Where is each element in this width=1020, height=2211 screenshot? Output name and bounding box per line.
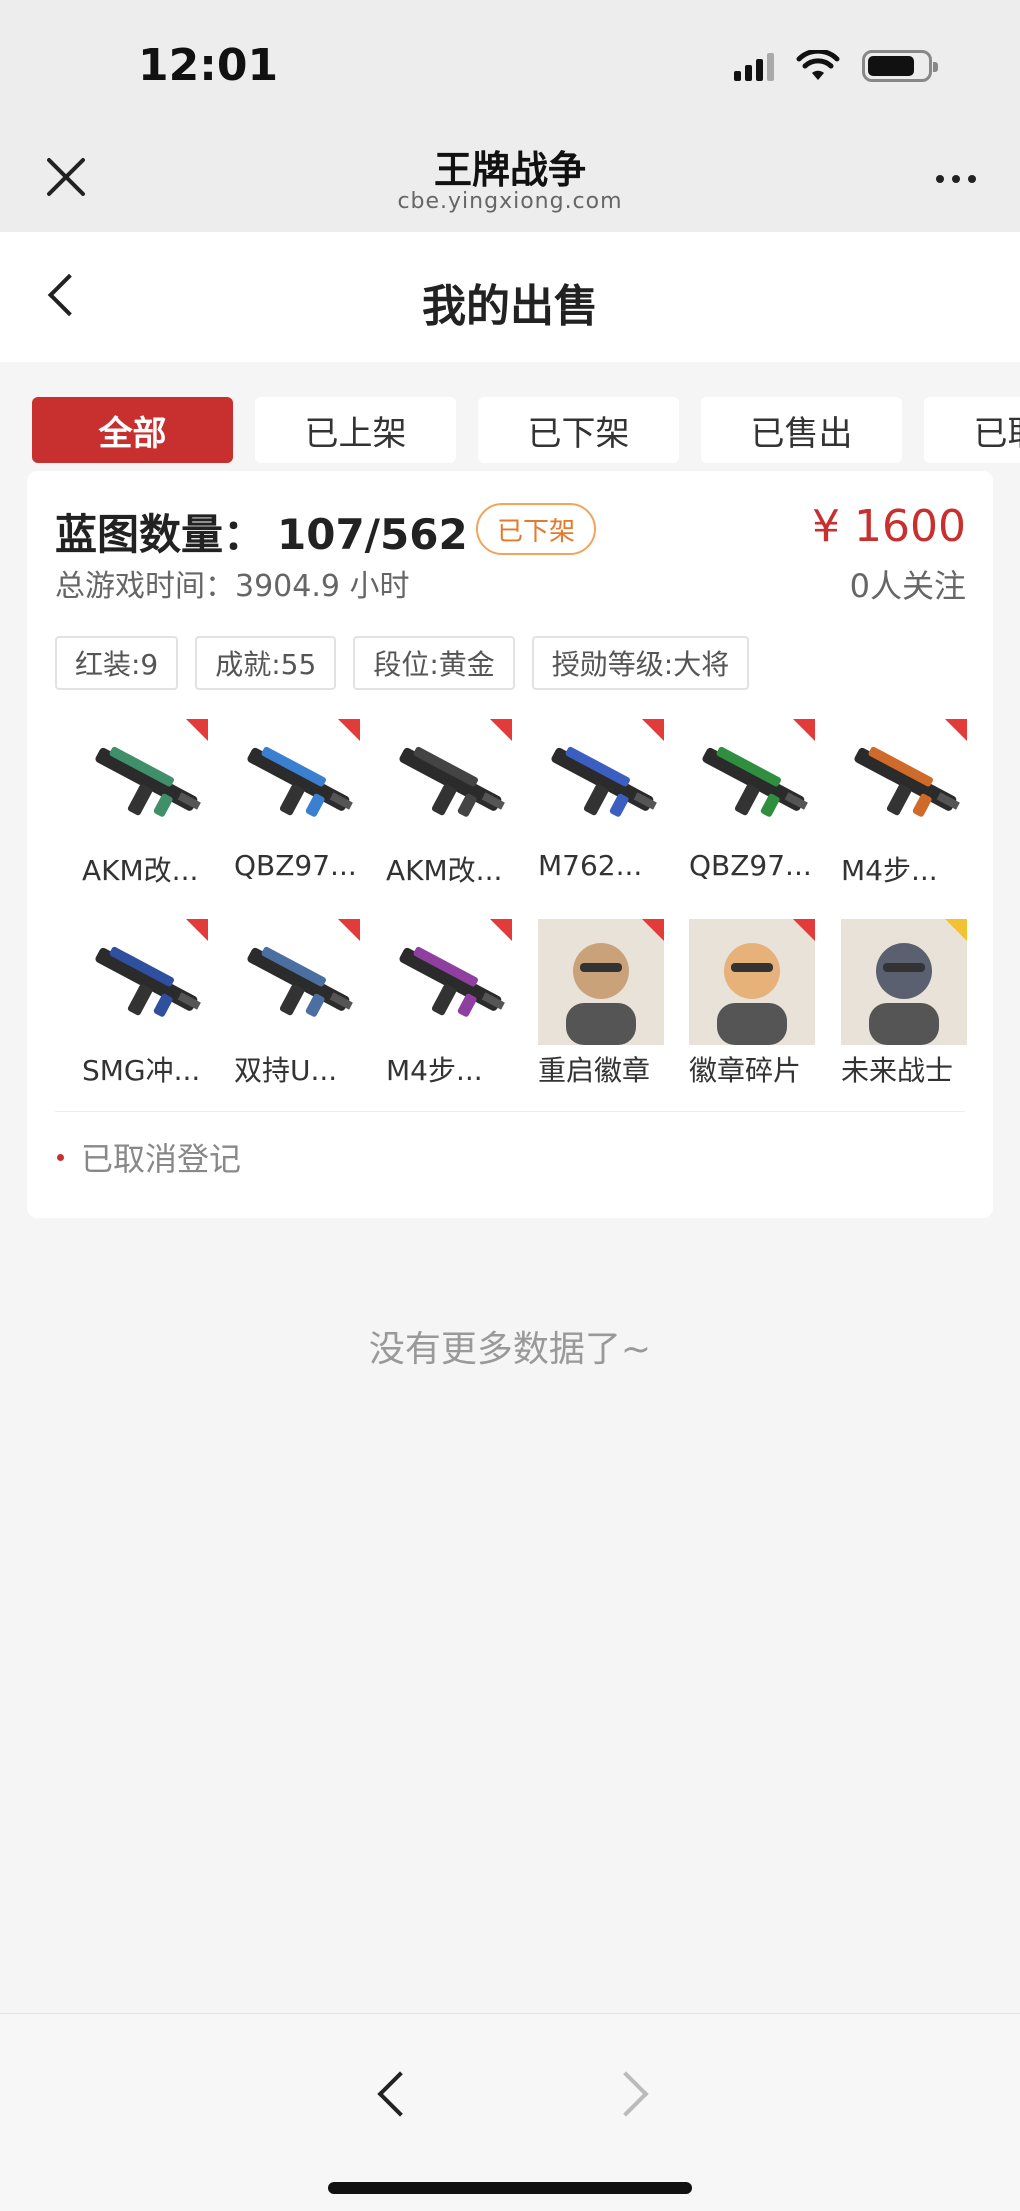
cancel-note: 已取消登记 bbox=[81, 1140, 242, 1178]
wifi-icon bbox=[796, 50, 840, 80]
status-time: 12:01 bbox=[138, 40, 279, 91]
browser-url: cbe.yingxiong.com bbox=[397, 189, 623, 214]
tab-delisted[interactable]: 已下架 bbox=[478, 397, 679, 463]
chip-rank: 段位:黄金 bbox=[353, 636, 515, 690]
tab-cancelled[interactable]: 已取消 bbox=[924, 397, 1020, 463]
followers-count: 0人关注 bbox=[849, 567, 966, 605]
item-name: SMG冲... bbox=[82, 1054, 201, 1087]
rarity-corner bbox=[945, 719, 967, 741]
item-card[interactable]: M4步... bbox=[841, 719, 967, 905]
blueprint-value: 107/562 bbox=[277, 510, 468, 559]
status-badge: 已下架 bbox=[476, 503, 596, 555]
listing-card[interactable]: 蓝图数量： 107/562 已下架 ¥ 1600 总游戏时间：3904.9 小时 … bbox=[27, 471, 993, 1218]
rarity-corner bbox=[186, 919, 208, 941]
rarity-corner bbox=[490, 719, 512, 741]
tab-sold[interactable]: 已售出 bbox=[701, 397, 902, 463]
divider bbox=[55, 1111, 965, 1112]
blueprint-label: 蓝图数量： bbox=[55, 510, 266, 559]
item-name: QBZ97... bbox=[689, 849, 812, 882]
chip-honor-level: 授勋等级:大将 bbox=[531, 636, 750, 690]
rarity-corner bbox=[945, 919, 967, 941]
item-name: QBZ97... bbox=[234, 849, 357, 882]
status-dot bbox=[57, 1154, 64, 1161]
rarity-corner bbox=[642, 919, 664, 941]
signal-icon bbox=[734, 51, 774, 81]
end-of-list: 没有更多数据了~ bbox=[368, 1329, 652, 1370]
item-card[interactable]: SMG冲... bbox=[82, 919, 208, 1105]
rarity-corner bbox=[338, 719, 360, 741]
item-card[interactable]: AKM改... bbox=[386, 719, 512, 905]
item-name: 未来战士 bbox=[841, 1054, 954, 1087]
home-indicator bbox=[328, 2182, 692, 2194]
rarity-corner bbox=[186, 719, 208, 741]
item-card[interactable]: M4步... bbox=[386, 919, 512, 1105]
rarity-corner bbox=[793, 719, 815, 741]
price: ¥ 1600 bbox=[812, 501, 966, 552]
item-name: AKM改... bbox=[386, 854, 503, 887]
bottom-nav bbox=[0, 2013, 1020, 2211]
item-name: M4步... bbox=[386, 1054, 483, 1087]
battery-icon bbox=[862, 50, 938, 82]
rarity-corner bbox=[338, 919, 360, 941]
item-name: 重启徽章 bbox=[538, 1054, 651, 1087]
rarity-corner bbox=[490, 919, 512, 941]
chip-achievement: 成就:55 bbox=[195, 636, 337, 690]
rarity-corner bbox=[793, 919, 815, 941]
item-card[interactable]: M762... bbox=[538, 719, 664, 905]
playtime: 总游戏时间：3904.9 小时 bbox=[55, 569, 410, 604]
item-card[interactable]: QBZ97... bbox=[689, 719, 815, 905]
rarity-corner bbox=[642, 719, 664, 741]
item-card[interactable]: 未来战士 bbox=[841, 919, 967, 1105]
blueprint-count: 蓝图数量： 107/562 bbox=[55, 501, 468, 562]
item-name: 双持U... bbox=[234, 1054, 338, 1087]
attribute-chips: 红装:9 成就:55 段位:黄金 授勋等级:大将 bbox=[55, 636, 750, 690]
page-title: 我的出售 bbox=[422, 281, 598, 332]
page-nav: 我的出售 bbox=[0, 232, 1020, 362]
item-card[interactable]: QBZ97... bbox=[234, 719, 360, 905]
item-card[interactable]: 双持U... bbox=[234, 919, 360, 1105]
item-card[interactable]: AKM改... bbox=[82, 719, 208, 905]
item-name: M762... bbox=[538, 849, 643, 882]
item-card[interactable]: 重启徽章 bbox=[538, 919, 664, 1105]
nav-back-icon[interactable] bbox=[377, 2071, 423, 2117]
tab-listed[interactable]: 已上架 bbox=[255, 397, 456, 463]
browser-header: 王牌战争 cbe.yingxiong.com bbox=[0, 135, 1020, 232]
item-name: AKM改... bbox=[82, 854, 199, 887]
status-icons bbox=[734, 50, 938, 82]
chip-red-gear: 红装:9 bbox=[55, 636, 179, 690]
browser-title: 王牌战争 bbox=[433, 148, 586, 192]
item-name: 徽章碎片 bbox=[689, 1054, 802, 1087]
item-name: M4步... bbox=[841, 854, 938, 887]
tab-all[interactable]: 全部 bbox=[32, 397, 233, 463]
status-bar: 12:01 bbox=[0, 0, 1020, 135]
item-card[interactable]: 徽章碎片 bbox=[689, 919, 815, 1105]
more-icon[interactable] bbox=[936, 175, 976, 183]
nav-forward-icon[interactable] bbox=[603, 2071, 649, 2117]
filter-tabs: 全部 已上架 已下架 已售出 已取消 bbox=[32, 397, 1020, 463]
